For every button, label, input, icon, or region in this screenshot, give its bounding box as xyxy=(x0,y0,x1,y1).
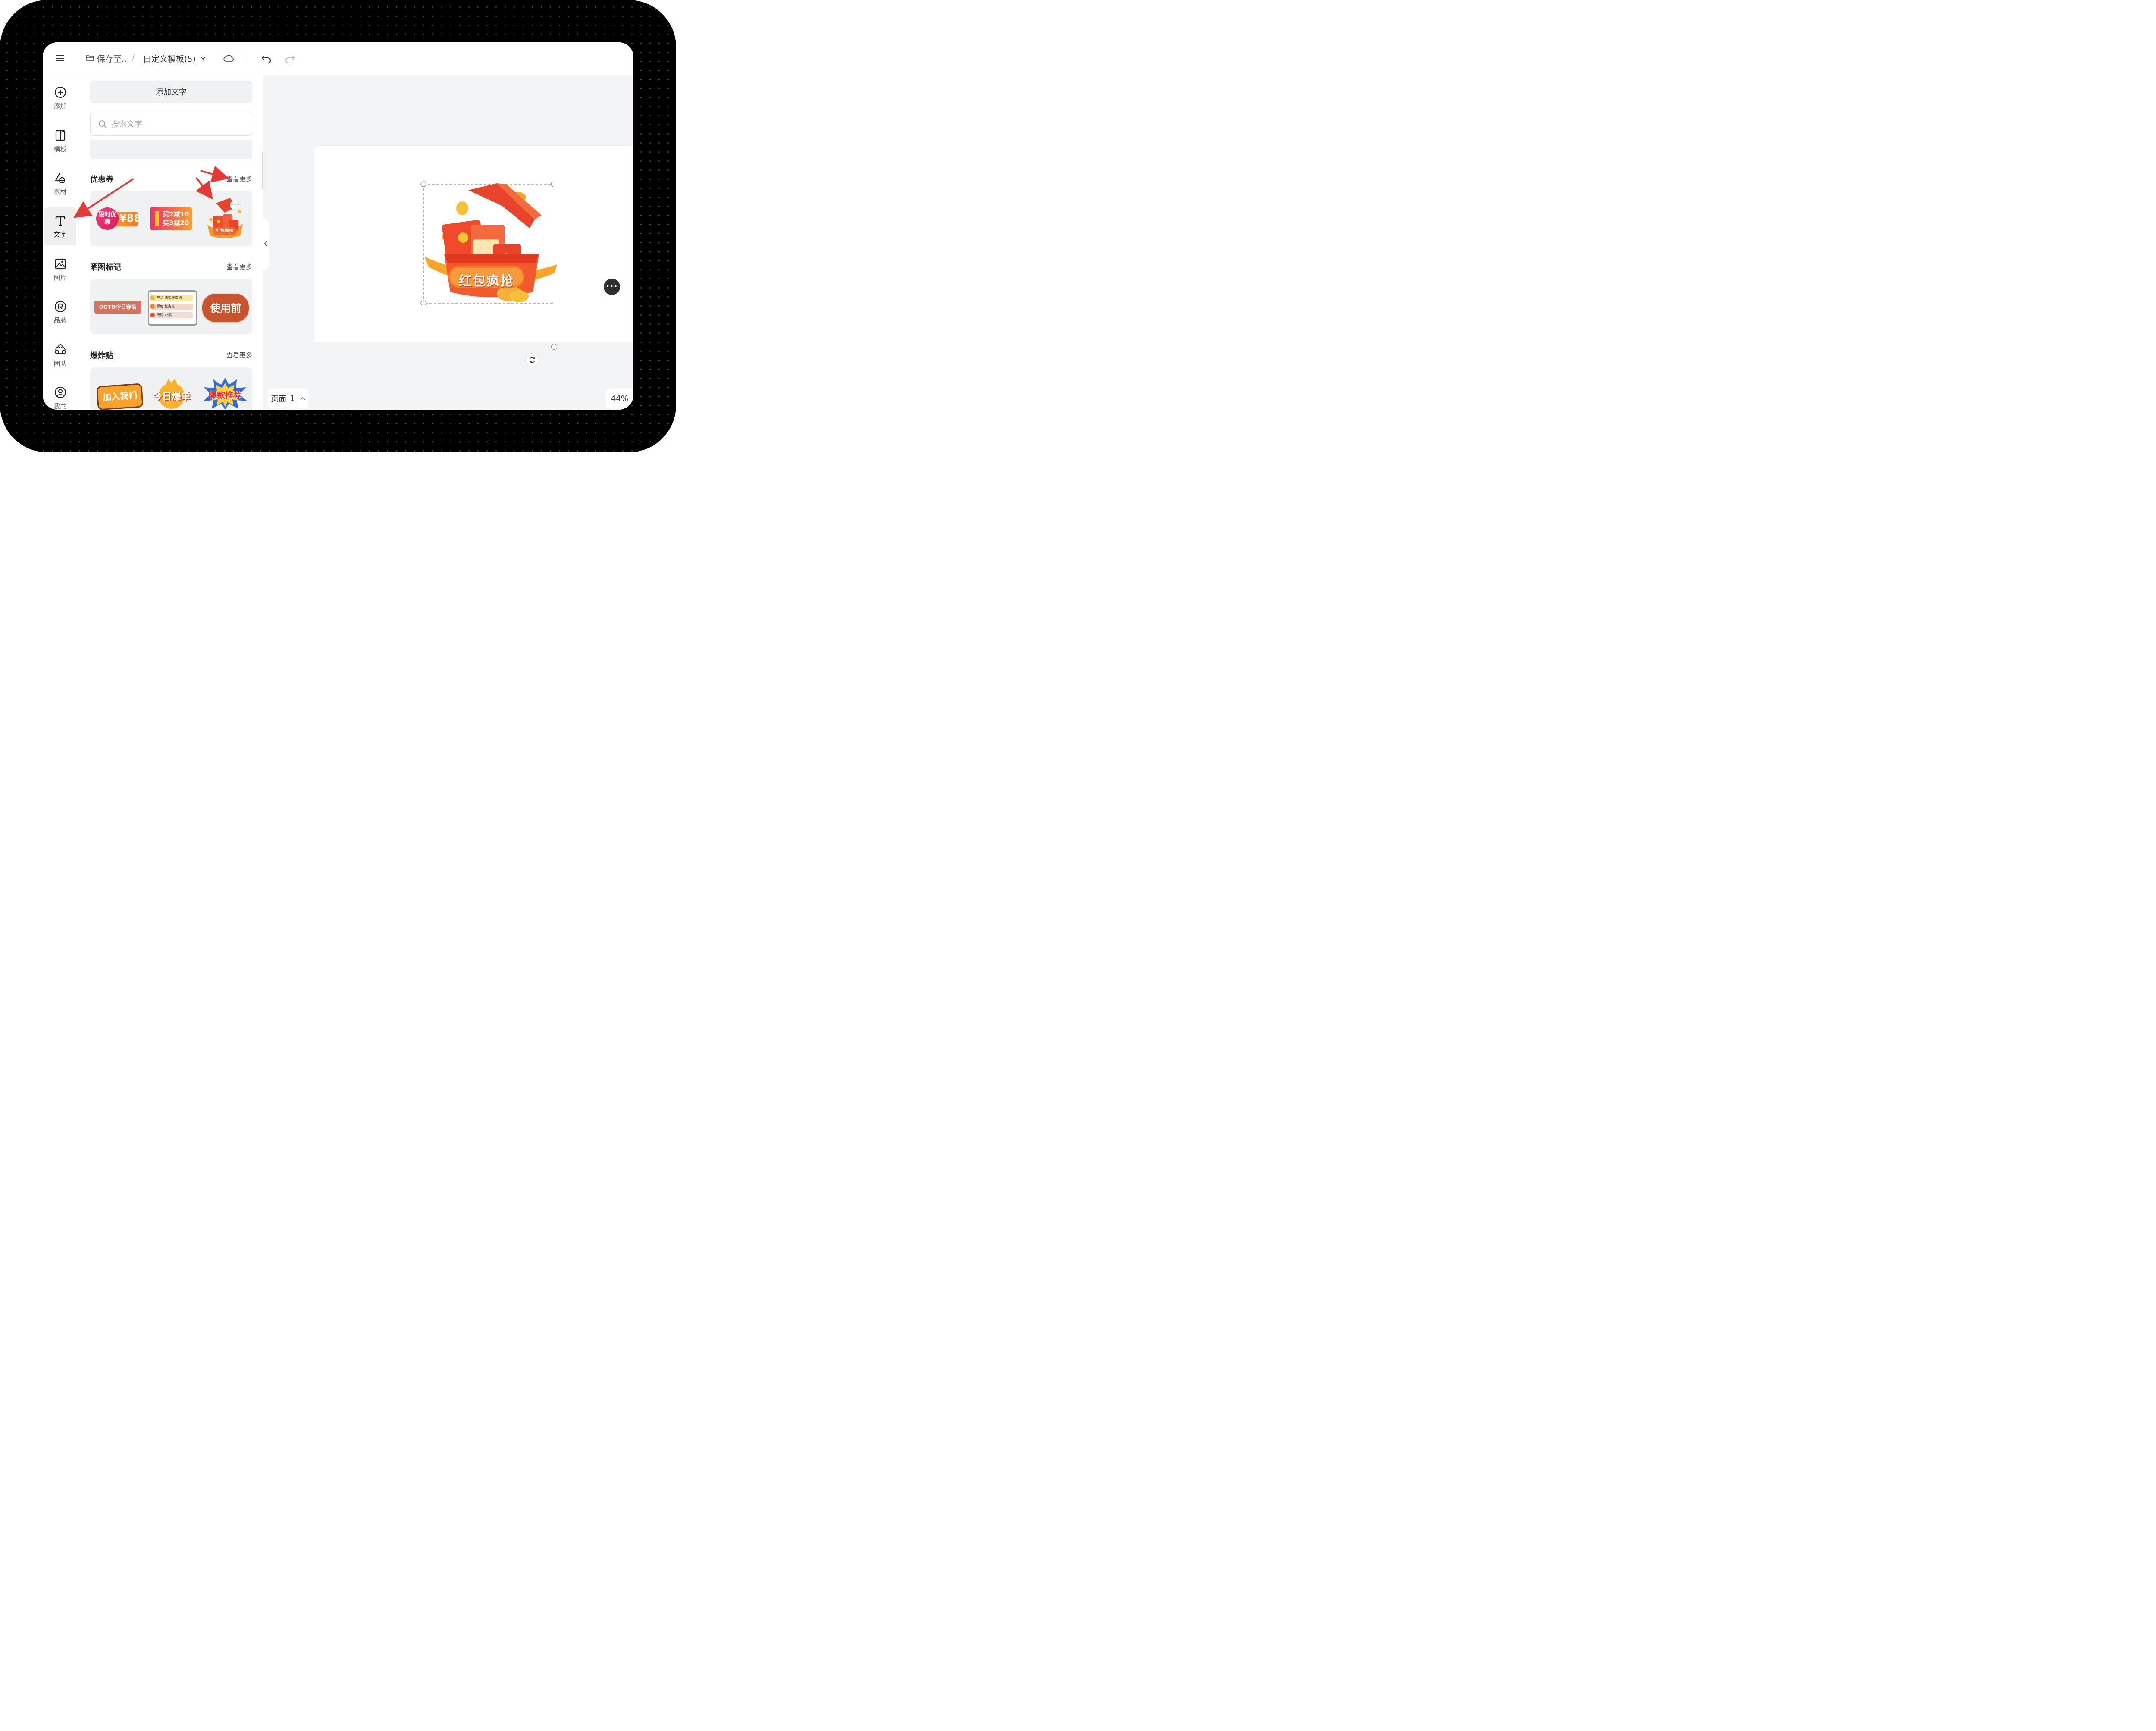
cloud-sync-icon[interactable] xyxy=(223,53,235,65)
page-label: 页面 xyxy=(271,395,287,404)
see-more-coupon[interactable]: 查看更多 xyxy=(226,174,252,183)
sticker-product-card[interactable]: 产品 法式连衣裙 颜色 复古红 尺码 XS码 xyxy=(148,290,197,326)
sticker-today-hot-text: 今日爆单 xyxy=(152,392,191,402)
chevron-up-icon xyxy=(300,397,305,400)
sticker-product-row-1: 产品 法式连衣裙 xyxy=(157,296,182,300)
sticker-today-hot[interactable]: 今日爆单 xyxy=(149,379,194,409)
page-selector[interactable]: 页面 1 xyxy=(268,389,308,408)
rail-item-brand[interactable]: 品牌 xyxy=(44,293,76,331)
sticker-before-use-text: 使用前 xyxy=(210,302,241,314)
search-box xyxy=(90,113,252,136)
text-panel: 添加文字 优惠券 查看更多 限时优惠 ¥88 买2减10 xyxy=(81,75,263,410)
image-icon xyxy=(55,258,66,269)
sticker-more-icon[interactable]: ••• xyxy=(230,201,240,209)
rail-item-material[interactable]: 素材 xyxy=(44,165,76,203)
rail-label-material: 素材 xyxy=(53,188,67,196)
sticker-red-packet-label: 红包疯抢 xyxy=(213,227,237,235)
coupon-sticker-row: 限时优惠 ¥88 买2减10 买3减20 红包疯抢 ••• xyxy=(90,191,252,246)
folder-icon xyxy=(86,55,94,61)
preset-strip[interactable] xyxy=(90,140,252,159)
sticker-buy2-text: 买2减10 xyxy=(163,210,189,218)
sticker-join-us[interactable]: 加入我们 xyxy=(96,383,144,410)
hamburger-menu-icon[interactable] xyxy=(56,53,65,63)
editor-window: 保存至... / 自定义模板(5) 添加 模板 素材 文字 图片 品牌 团队 我… xyxy=(43,42,633,410)
rail-label-add: 添加 xyxy=(53,102,67,110)
sticker-hot-recommend[interactable]: 爆款推荐 xyxy=(202,377,248,410)
sticker-hot-recommend-text: 爆款推荐 xyxy=(208,391,241,400)
rail-item-text[interactable]: 文字 xyxy=(44,207,76,245)
canvas-area: 红包疯抢 ••• 页面 1 44% xyxy=(263,75,633,410)
zoom-level[interactable]: 44% xyxy=(606,389,633,408)
sticker-limited-offer[interactable]: 限时优惠 ¥88 xyxy=(96,207,141,230)
more-options-button[interactable]: ••• xyxy=(604,279,620,295)
more-icon: ••• xyxy=(606,283,618,290)
sticker-product-row-2: 颜色 复古红 xyxy=(157,304,175,308)
search-input[interactable] xyxy=(110,119,241,129)
search-icon xyxy=(99,120,107,128)
undo-icon[interactable] xyxy=(260,53,273,65)
rail-label-text: 文字 xyxy=(53,230,67,238)
left-rail: 添加 模板 素材 文字 图片 品牌 团队 我的 xyxy=(43,75,81,410)
sticker-join-us-text: 加入我们 xyxy=(102,390,138,403)
selection-frame[interactable] xyxy=(417,180,553,305)
rail-label-mine: 我的 xyxy=(53,402,67,410)
sticker-buy3-text: 买3减20 xyxy=(163,219,189,227)
document-title-dropdown[interactable]: 自定义模板(5) xyxy=(143,52,206,65)
shapes-icon xyxy=(54,172,65,183)
sticker-limited-offer-text: 限时优惠 xyxy=(98,211,116,226)
mark-sticker-row: OOTD今日穿搭 产品 法式连衣裙 颜色 复古红 尺码 XS码 使用前 xyxy=(90,279,252,334)
chevron-down-icon xyxy=(201,56,206,60)
user-icon xyxy=(54,386,66,398)
template-icon xyxy=(55,130,65,141)
rail-label-image: 图片 xyxy=(53,273,67,282)
sticker-ootd[interactable]: OOTD今日穿搭 xyxy=(94,301,141,314)
save-to-button[interactable]: 保存至... xyxy=(86,52,129,65)
sticker-before-use[interactable]: 使用前 xyxy=(201,293,250,323)
sticker-ootd-text: OOTD今日穿搭 xyxy=(99,304,137,310)
rotate-button[interactable] xyxy=(525,353,539,367)
sticker-red-packet-mini[interactable]: 红包疯抢 ••• xyxy=(203,197,246,240)
team-icon xyxy=(54,344,66,354)
see-more-marks[interactable]: 查看更多 xyxy=(226,262,252,271)
top-bar: 保存至... / 自定义模板(5) xyxy=(43,42,633,75)
section-title-coupon: 优惠券 xyxy=(90,175,113,184)
burst-sticker-row: 加入我们 今日爆单 爆款推荐 xyxy=(90,367,252,410)
plus-circle-icon xyxy=(54,86,66,98)
sticker-price-text: ¥88 xyxy=(119,212,141,224)
see-more-burst[interactable]: 查看更多 xyxy=(226,351,252,360)
sticker-buy-discount[interactable]: 买2减10 买3减20 xyxy=(150,207,192,231)
rail-label-brand: 品牌 xyxy=(53,316,67,324)
rail-item-add[interactable]: 添加 xyxy=(44,79,76,117)
chevron-left-icon xyxy=(264,241,268,247)
rail-item-template[interactable]: 模板 xyxy=(44,122,76,160)
rail-label-team: 团队 xyxy=(53,359,67,367)
section-title-marks: 晒图标记 xyxy=(90,263,121,272)
document-title: 自定义模板(5) xyxy=(143,54,196,64)
add-text-button[interactable]: 添加文字 xyxy=(90,81,252,103)
page-number: 1 xyxy=(290,394,295,403)
brand-icon xyxy=(54,301,66,312)
rail-item-image[interactable]: 图片 xyxy=(44,251,76,288)
redo-icon[interactable] xyxy=(284,53,296,65)
rotate-icon xyxy=(530,357,535,363)
collapse-panel-toggle[interactable] xyxy=(263,218,270,270)
save-to-label: 保存至... xyxy=(97,54,130,64)
section-title-burst: 爆炸贴 xyxy=(90,351,113,361)
sticker-product-row-3: 尺码 XS码 xyxy=(157,313,173,317)
breadcrumb-separator: / xyxy=(132,53,135,62)
resize-handle-bottom-right[interactable] xyxy=(551,344,557,350)
text-icon xyxy=(55,216,65,226)
rail-item-team[interactable]: 团队 xyxy=(44,336,76,374)
rail-item-mine[interactable]: 我的 xyxy=(44,379,76,410)
rail-label-template: 模板 xyxy=(53,145,67,153)
